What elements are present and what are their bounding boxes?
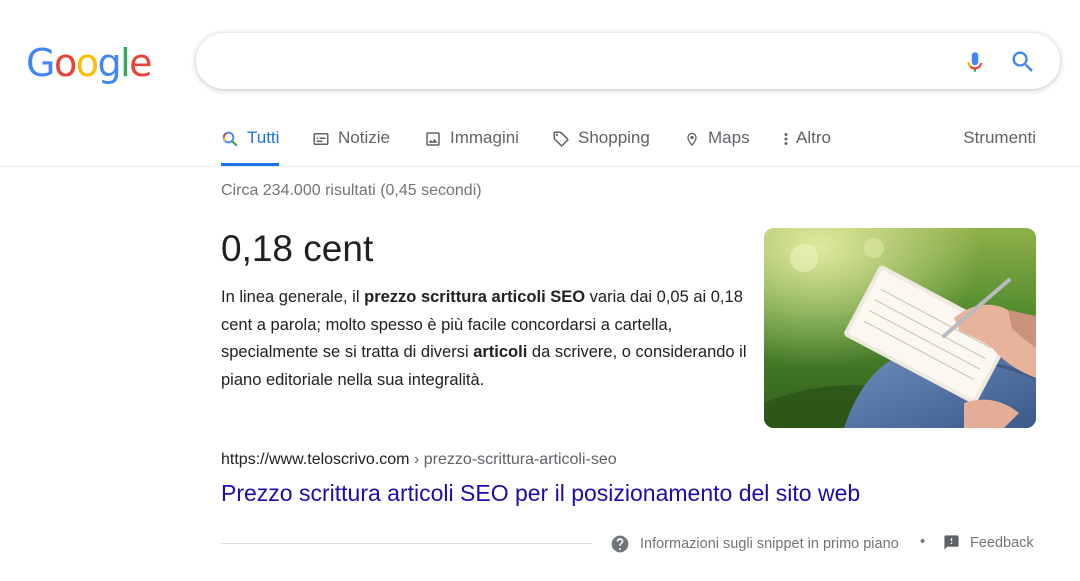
tab-tutti[interactable]: Tutti: [221, 128, 280, 166]
snippet-highlight: prezzo scrittura articoli SEO: [364, 288, 586, 306]
separator-dot: •: [920, 534, 926, 550]
more-vert-icon: [784, 133, 788, 145]
search-icon[interactable]: [1009, 48, 1037, 76]
result-stats: Circa 234.000 risultati (0,45 secondi): [221, 182, 482, 199]
snippet-text: In linea generale, il prezzo scrittura a…: [221, 284, 751, 394]
logo-letter: e: [129, 41, 152, 85]
featured-answer: 0,18 cent: [221, 228, 374, 269]
logo-letter: g: [97, 41, 121, 85]
logo-letter: o: [75, 41, 99, 85]
tab-altro[interactable]: Altro: [782, 128, 831, 166]
logo-letter: G: [26, 41, 55, 85]
logo-letter: l: [120, 41, 131, 85]
snippet-highlight: articoli: [473, 343, 528, 361]
footer-separator: •: [920, 534, 925, 550]
feedback-label: Feedback: [970, 534, 1034, 551]
feedback-icon: [944, 535, 959, 550]
url-domain: https://www.teloscrivo.com: [221, 451, 410, 468]
feedback-link[interactable]: Feedback: [943, 534, 1034, 551]
tab-label: Altro: [796, 128, 831, 147]
help-icon: [611, 535, 629, 553]
google-logo[interactable]: Google: [26, 41, 153, 85]
tab-notizie[interactable]: Notizie: [312, 128, 390, 166]
tab-label: Maps: [708, 128, 750, 147]
url-path: › prezzo-scrittura-articoli-seo: [409, 451, 617, 468]
snippet-part: In linea generale, il: [221, 288, 365, 306]
tab-shopping[interactable]: Shopping: [552, 128, 650, 166]
image-icon: [426, 132, 440, 146]
info-label: Informazioni sugli snippet in primo pian…: [640, 536, 899, 552]
tab-label: Immagini: [450, 128, 519, 147]
news-icon: [313, 133, 329, 145]
result-url: https://www.teloscrivo.com › prezzo-scri…: [221, 451, 617, 469]
divider: [221, 543, 592, 544]
tools-button[interactable]: Strumenti: [963, 128, 1036, 148]
tab-label: Tutti: [247, 128, 280, 147]
snippet-info-link[interactable]: Informazioni sugli snippet in primo pian…: [610, 534, 899, 554]
tab-immagini[interactable]: Immagini: [424, 128, 519, 166]
snippet-image[interactable]: [764, 228, 1036, 428]
search-tabs: Tutti Notizie Immagini Shopping Maps Alt…: [0, 118, 1080, 167]
result-title-link[interactable]: Prezzo scrittura articoli SEO per il pos…: [221, 480, 860, 507]
search-input[interactable]: [216, 47, 940, 77]
map-pin-icon: [687, 132, 697, 147]
tab-label: Notizie: [338, 128, 390, 147]
tab-label: Shopping: [578, 128, 650, 147]
tab-maps[interactable]: Maps: [684, 128, 750, 166]
mic-icon[interactable]: [962, 48, 988, 76]
tag-icon: [553, 131, 569, 147]
search-icon: [222, 131, 238, 147]
logo-letter: o: [53, 41, 77, 85]
search-box[interactable]: [196, 33, 1060, 89]
